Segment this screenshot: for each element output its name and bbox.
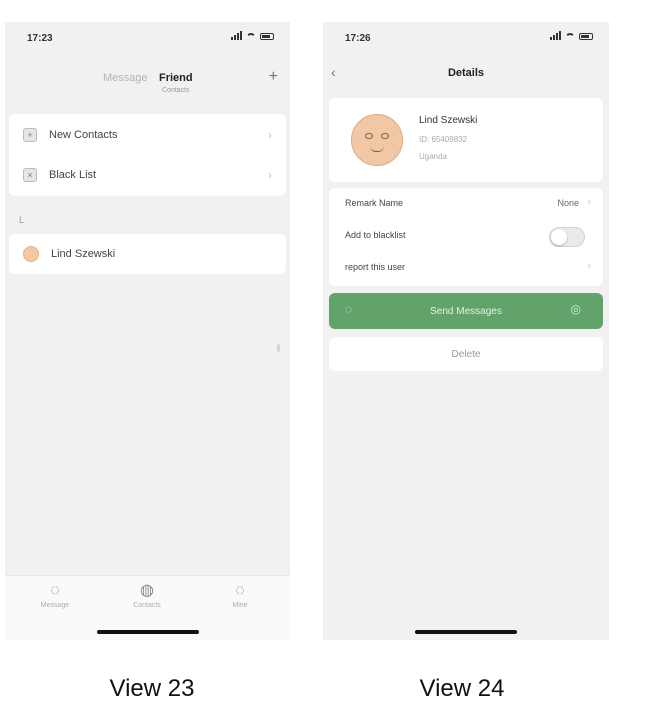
caption-view-24: View 24 xyxy=(419,675,505,702)
phone-icon: ◎ xyxy=(570,302,581,316)
view-24-screen: 17:26 ‹ Details Lind Szewski ID: 6540983… xyxy=(323,22,609,640)
send-messages-label: Send Messages xyxy=(430,305,502,317)
wifi-icon xyxy=(565,33,575,40)
menu-item-new-contacts[interactable]: + New Contacts › xyxy=(9,115,286,155)
tab-bar-caption: Contacts xyxy=(133,602,161,609)
remark-name-row[interactable]: Remark Name None › xyxy=(329,189,603,221)
home-indicator[interactable] xyxy=(415,630,517,634)
avatar-eye xyxy=(365,133,373,139)
blacklist-toggle[interactable] xyxy=(549,227,585,247)
tab-friend-sublabel: Contacts xyxy=(162,87,190,94)
wifi-icon xyxy=(246,33,256,40)
chevron-right-icon: › xyxy=(587,196,591,208)
avatar xyxy=(23,246,39,262)
status-bar: 17:26 xyxy=(323,22,609,56)
battery-icon xyxy=(579,33,593,40)
status-time: 17:23 xyxy=(27,33,53,44)
report-user-label: report this user xyxy=(345,262,406,272)
avatar-mouth xyxy=(370,146,384,152)
blocked-icon: × xyxy=(23,168,37,182)
avatar[interactable] xyxy=(351,114,403,166)
send-messages-button[interactable]: ◌ Send Messages ◎ xyxy=(329,293,603,329)
status-bar: 17:23 xyxy=(5,22,290,56)
battery-icon xyxy=(260,33,274,40)
alphabet-index-scrollbar[interactable] xyxy=(277,344,280,352)
chat-icon: ◌ xyxy=(345,302,353,316)
menu-item-label: Black List xyxy=(49,169,97,181)
bottom-tab-bar: ◌ Message ◍ Contacts ◌ Mine xyxy=(5,575,290,640)
tab-bar-caption: Message xyxy=(40,602,70,609)
status-icons xyxy=(231,31,274,40)
tab-bar-mine[interactable]: ◌ Mine xyxy=(210,582,270,609)
avatar-eye xyxy=(381,133,389,139)
page-title: Details xyxy=(447,67,485,79)
report-user-row[interactable]: report this user › xyxy=(329,253,603,285)
menu-item-black-list[interactable]: × Black List › xyxy=(9,155,286,195)
blacklist-label: Add to blacklist xyxy=(345,230,406,240)
chat-icon: ◌ xyxy=(50,582,60,599)
chevron-right-icon: › xyxy=(587,260,591,272)
tab-bar-contacts[interactable]: ◍ Contacts xyxy=(117,582,177,609)
delete-button[interactable]: Delete xyxy=(329,337,603,371)
chevron-right-icon: › xyxy=(268,128,272,142)
toggle-knob xyxy=(551,229,567,245)
contacts-menu-card: + New Contacts › × Black List › xyxy=(9,114,286,196)
top-tabs: Message Friend Contacts + xyxy=(5,66,290,96)
contact-list: Lind Szewski xyxy=(9,234,286,274)
menu-item-label: New Contacts xyxy=(49,129,118,141)
profile-id: ID: 65409832 xyxy=(419,135,468,144)
profile-region: Uganda xyxy=(419,152,448,161)
section-index-letter: L xyxy=(19,215,25,225)
signal-icon xyxy=(231,31,242,40)
home-indicator[interactable] xyxy=(96,630,199,634)
status-icons xyxy=(550,31,593,40)
settings-card: Remark Name None › Add to blacklist repo… xyxy=(329,188,603,286)
add-person-icon: + xyxy=(23,128,37,142)
contact-list-item[interactable]: Lind Szewski xyxy=(9,234,286,274)
tab-bar-caption: Mine xyxy=(232,602,248,609)
chevron-right-icon: › xyxy=(268,168,272,182)
remark-name-value: None xyxy=(557,198,579,208)
profile-name: Lind Szewski xyxy=(419,115,478,126)
status-time: 17:26 xyxy=(345,33,371,44)
signal-icon xyxy=(550,31,561,40)
nav-bar: ‹ Details xyxy=(323,62,609,88)
view-23-screen: 17:23 Message Friend Contacts + + New Co… xyxy=(5,22,290,640)
caption-view-23: View 23 xyxy=(109,675,195,702)
profile-card: Lind Szewski ID: 65409832 Uganda xyxy=(329,98,603,182)
tab-bar-message[interactable]: ◌ Message xyxy=(25,582,85,609)
add-icon[interactable]: + xyxy=(269,68,278,86)
blacklist-row: Add to blacklist xyxy=(329,221,603,253)
tab-friend[interactable]: Friend xyxy=(159,72,193,84)
contacts-icon: ◍ xyxy=(140,582,154,599)
contact-name: Lind Szewski xyxy=(51,248,116,260)
mine-icon: ◌ xyxy=(235,582,245,599)
tab-message[interactable]: Message xyxy=(103,72,148,84)
remark-name-label: Remark Name xyxy=(345,198,404,208)
